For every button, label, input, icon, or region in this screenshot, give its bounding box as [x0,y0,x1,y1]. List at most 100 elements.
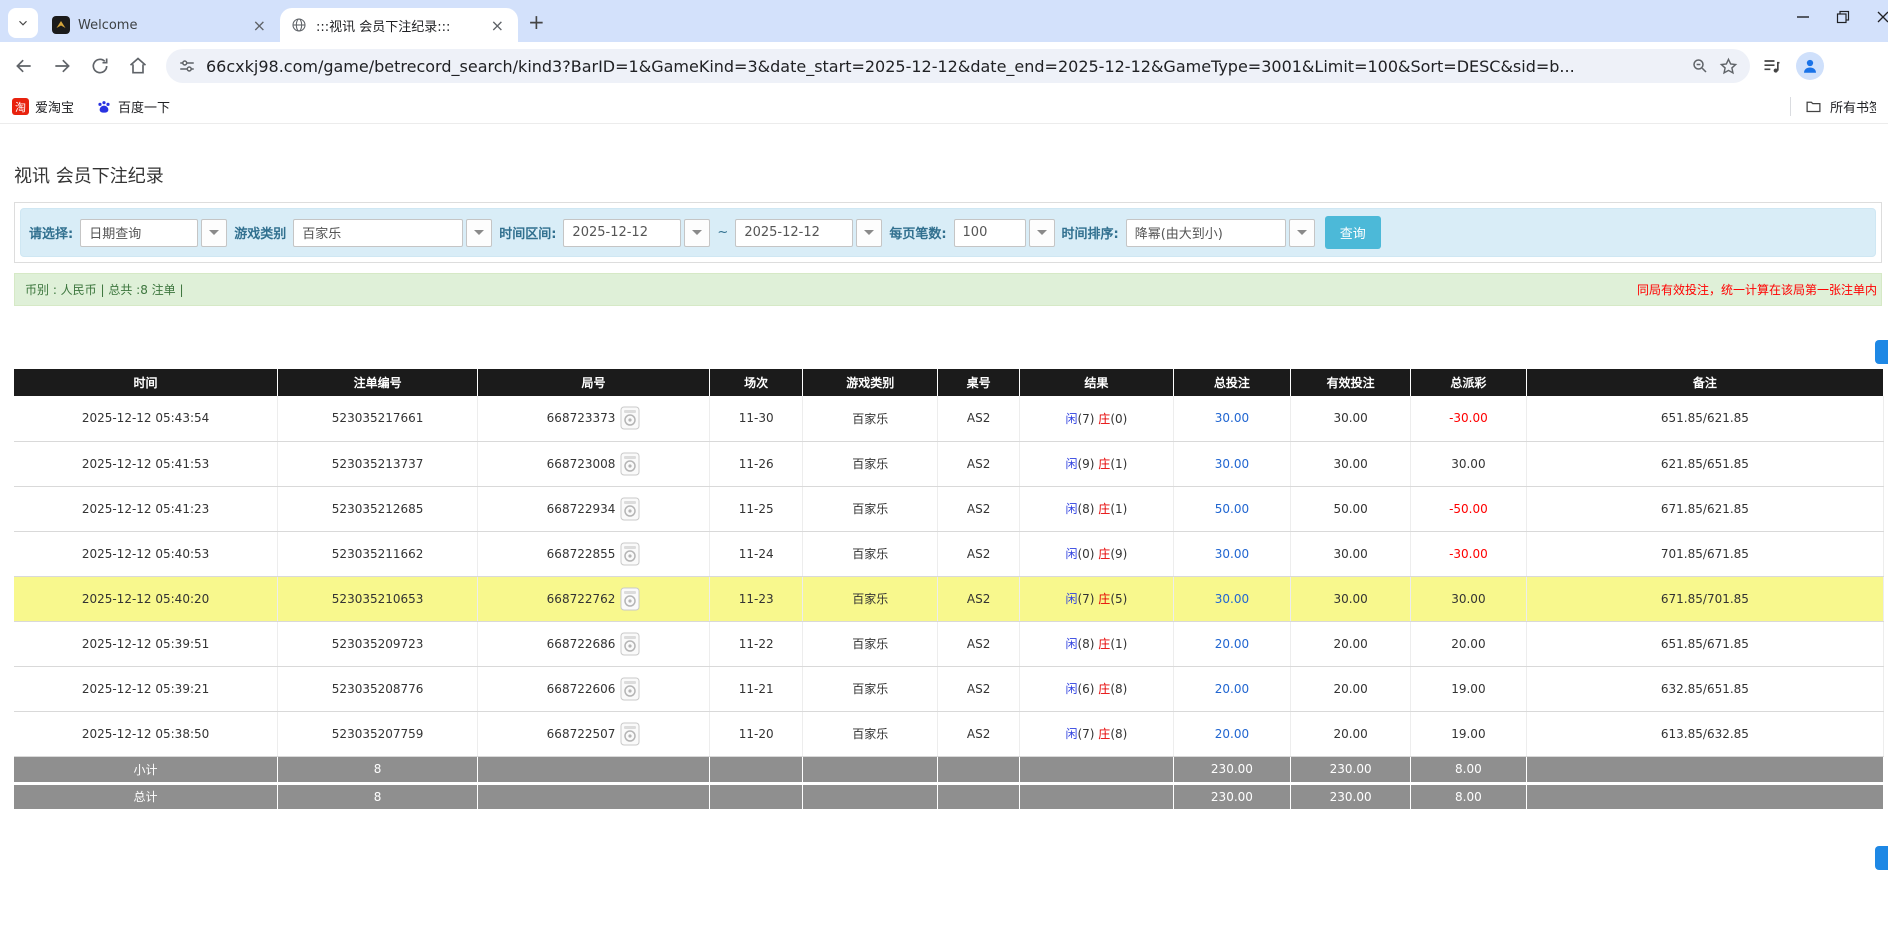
site-info-icon[interactable] [178,57,196,75]
select-mode-value[interactable]: 日期查询 [80,219,198,247]
bet-id-cell: 523035213737 [278,441,478,486]
table-row[interactable]: 2025-12-12 05:39:21523035208776668722606… [14,666,1884,711]
date-end-value[interactable]: 2025-12-12 [735,219,853,247]
round-id-cell: 668722934 [478,486,710,531]
valid-bet-cell: 20.00 [1291,711,1411,756]
page-size-dropdown[interactable]: 100 [954,219,1055,247]
select-mode-dropdown[interactable]: 日期查询 [80,219,227,247]
total-bet-link[interactable]: 30.00 [1215,547,1249,561]
tab-close-icon[interactable]: × [487,16,508,35]
table-row[interactable]: 2025-12-12 05:39:51523035209723668722686… [14,621,1884,666]
reload-icon[interactable] [84,50,116,82]
bookmark-taobao[interactable]: 淘 爱淘宝 [12,97,74,116]
column-header[interactable]: 总派彩 [1410,369,1526,396]
game-type-value[interactable]: 百家乐 [293,219,463,247]
video-replay-icon[interactable] [620,452,640,476]
floating-button-fragment[interactable] [1875,846,1888,870]
footer-empty-cell [478,756,710,783]
table-id-cell: AS2 [938,666,1020,711]
bookmark-baidu[interactable]: 百度一下 [96,97,170,116]
media-controls-icon[interactable] [1762,56,1782,76]
video-replay-icon[interactable] [620,497,640,521]
total-bet-link[interactable]: 20.00 [1215,682,1249,696]
dropdown-arrow-icon[interactable] [201,219,227,247]
home-icon[interactable] [122,50,154,82]
tab-welcome[interactable]: Welcome × [42,8,280,42]
tab-search-button[interactable] [8,8,38,38]
all-bookmarks-button[interactable]: 所有书签 [1790,97,1876,116]
date-start-value[interactable]: 2025-12-12 [563,219,681,247]
round-id-text: 668722934 [547,502,616,516]
sort-dropdown[interactable]: 降幂(由大到小) [1126,219,1315,247]
column-header[interactable]: 局号 [478,369,710,396]
sort-value[interactable]: 降幂(由大到小) [1126,219,1286,247]
column-header[interactable]: 场次 [709,369,802,396]
column-header[interactable]: 游戏类别 [803,369,938,396]
video-replay-icon[interactable] [620,722,640,746]
player-score: (0) [1077,547,1098,561]
round-id-cell: 668722606 [478,666,710,711]
column-header[interactable]: 时间 [14,369,278,396]
video-replay-icon[interactable] [620,542,640,566]
total-bet-link[interactable]: 30.00 [1215,457,1249,471]
tab-bet-record[interactable]: :::视讯 会员下注纪录::: × [280,8,518,42]
tab-close-icon[interactable]: × [249,16,270,35]
table-row[interactable]: 2025-12-12 05:40:53523035211662668722855… [14,531,1884,576]
bookmark-star-icon[interactable] [1719,57,1738,76]
round-id-cell: 668722855 [478,531,710,576]
back-icon[interactable] [8,50,40,82]
dropdown-arrow-icon[interactable] [466,219,492,247]
column-header[interactable]: 注单编号 [278,369,478,396]
remark-cell: 632.85/651.85 [1526,666,1883,711]
video-replay-icon[interactable] [620,677,640,701]
column-header[interactable]: 桌号 [938,369,1020,396]
valid-bet-cell: 30.00 [1291,396,1411,441]
dropdown-arrow-icon[interactable] [1289,219,1315,247]
table-row[interactable]: 2025-12-12 05:38:50523035207759668722507… [14,711,1884,756]
minimize-icon[interactable] [1796,10,1810,24]
table-row[interactable]: 2025-12-12 05:41:53523035213737668723008… [14,441,1884,486]
total-bet-link[interactable]: 30.00 [1215,411,1249,425]
query-button[interactable]: 查询 [1325,216,1381,249]
column-header[interactable]: 备注 [1526,369,1883,396]
bet-id-cell: 523035217661 [278,396,478,441]
total-bet-link[interactable]: 30.00 [1215,592,1249,606]
new-tab-button[interactable]: + [528,10,545,34]
address-bar[interactable]: 66cxkj98.com/game/betrecord_search/kind3… [166,49,1750,83]
video-replay-icon[interactable] [620,587,640,611]
profile-avatar[interactable] [1796,52,1824,80]
folder-icon [1805,98,1822,115]
column-header[interactable]: 结果 [1020,369,1173,396]
date-start-dropdown[interactable]: 2025-12-12 [563,219,710,247]
round-id-text: 668723008 [547,457,616,471]
footer-empty-cell [1020,756,1173,783]
game-type-dropdown[interactable]: 百家乐 [293,219,492,247]
video-replay-icon[interactable] [620,632,640,656]
page-size-label: 每页笔数: [889,223,946,242]
floating-button-fragment[interactable] [1875,340,1888,364]
zoom-magnifier-icon[interactable] [1691,57,1709,75]
total-bet-link[interactable]: 50.00 [1215,502,1249,516]
total-bet-link[interactable]: 20.00 [1215,637,1249,651]
url-text[interactable]: 66cxkj98.com/game/betrecord_search/kind3… [206,57,1681,76]
total-bet-cell: 30.00 [1173,396,1291,441]
valid-bet-cell: 20.00 [1291,666,1411,711]
dropdown-arrow-icon[interactable] [856,219,882,247]
dropdown-arrow-icon[interactable] [684,219,710,247]
close-window-icon[interactable] [1876,10,1888,24]
restore-icon[interactable] [1836,10,1850,24]
footer-empty-cell [1020,783,1173,810]
dropdown-arrow-icon[interactable] [1029,219,1055,247]
remark-cell: 651.85/671.85 [1526,621,1883,666]
video-replay-icon[interactable] [620,406,640,430]
forward-icon[interactable] [46,50,78,82]
table-row[interactable]: 2025-12-12 05:43:54523035217661668723373… [14,396,1884,441]
page-size-value[interactable]: 100 [954,219,1026,247]
range-separator: ~ [717,225,728,240]
table-row[interactable]: 2025-12-12 05:40:20523035210653668722762… [14,576,1884,621]
column-header[interactable]: 有效投注 [1291,369,1411,396]
table-row[interactable]: 2025-12-12 05:41:23523035212685668722934… [14,486,1884,531]
date-end-dropdown[interactable]: 2025-12-12 [735,219,882,247]
column-header[interactable]: 总投注 [1173,369,1291,396]
total-bet-link[interactable]: 20.00 [1215,727,1249,741]
